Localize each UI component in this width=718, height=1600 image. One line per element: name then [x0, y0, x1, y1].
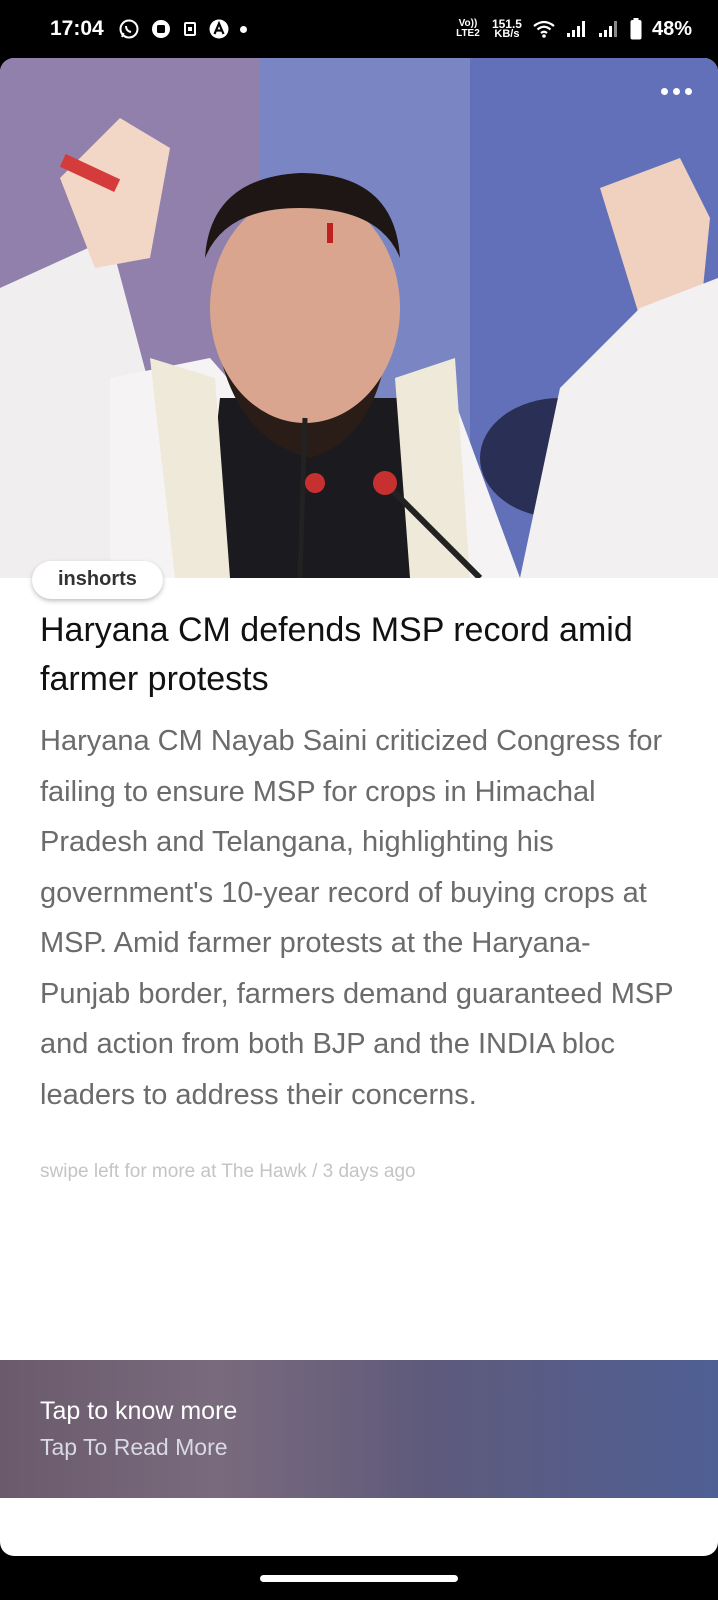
whatsapp-icon [118, 18, 140, 40]
read-more-title[interactable]: Tap to know more [40, 1397, 237, 1426]
sim-icon [182, 20, 198, 38]
battery-percentage: 48% [651, 17, 692, 40]
wifi-icon [532, 19, 556, 39]
brand-badge: inshorts [32, 561, 163, 599]
status-bar-right: Vo)) LTE2 151.5 KB/s 48% [454, 18, 692, 41]
net-speed-unit: KB/s [494, 28, 520, 40]
more-dot [673, 88, 680, 95]
news-card[interactable]: inshorts Haryana CM defends MSP record a… [0, 58, 718, 1556]
status-bar-left: 17:04 [50, 17, 247, 41]
status-bar: 17:04 Vo)) LTE2 151.5 KB/s 48% [0, 0, 718, 58]
app-icon [150, 18, 172, 40]
more-notifications-dot-icon [239, 25, 247, 33]
signal-1-icon [566, 20, 588, 38]
volte-indicator: Vo)) LTE2 [456, 18, 480, 39]
read-more-banner[interactable] [0, 1360, 718, 1498]
more-dot [685, 88, 692, 95]
net-speed: 151.5 KB/s [492, 18, 522, 40]
status-time: 17:04 [50, 17, 104, 40]
article-headline: Haryana CM defends MSP record amid farme… [40, 611, 633, 698]
article-source-line[interactable]: swipe left for more at The Hawk / 3 days… [40, 1161, 416, 1183]
article-image[interactable] [0, 58, 718, 578]
a-icon [208, 18, 230, 40]
more-options-icon[interactable] [661, 88, 692, 95]
home-indicator[interactable] [260, 1575, 458, 1582]
article-body: Haryana CM Nayab Saini criticized Congre… [40, 725, 674, 1111]
signal-2-icon [598, 20, 620, 38]
read-more-subtitle[interactable]: Tap To Read More [40, 1434, 228, 1461]
battery-icon [630, 18, 642, 40]
more-dot [661, 88, 668, 95]
article-photo-illustration [0, 58, 718, 578]
